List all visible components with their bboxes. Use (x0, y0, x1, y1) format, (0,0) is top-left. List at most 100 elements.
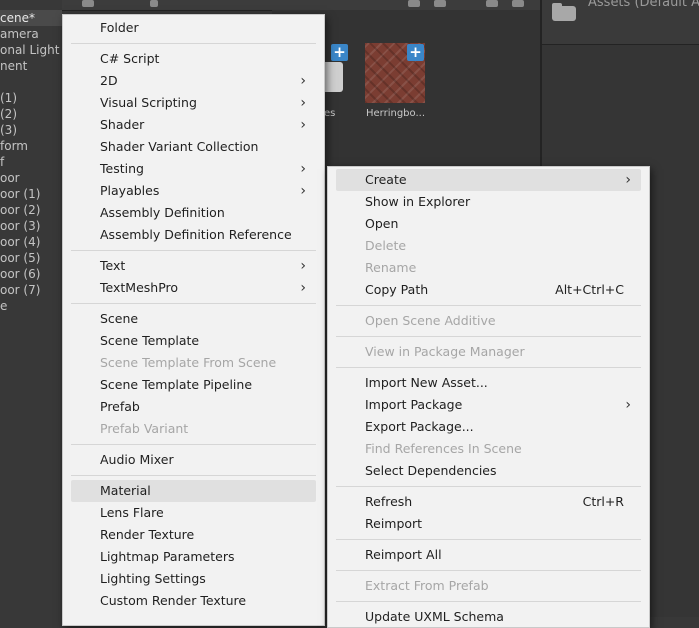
label-icon[interactable] (434, 0, 446, 7)
menu-item-audio-mixer[interactable]: Audio Mixer (71, 449, 316, 471)
chevron-right-icon: › (300, 95, 306, 111)
menu-separator (71, 475, 316, 476)
menu-item-2d[interactable]: 2D › (71, 70, 316, 92)
menu-item-label: Testing (100, 161, 144, 176)
hierarchy-item[interactable]: oor (6) (0, 266, 40, 282)
menu-item-label: Custom Render Texture (100, 593, 247, 608)
menu-item-label: Show in Explorer (365, 194, 471, 209)
menu-item-label: Open Scene Additive (365, 313, 496, 328)
menu-item-textmeshpro[interactable]: TextMeshPro › (71, 277, 316, 299)
menu-item-import-new-asset[interactable]: Import New Asset... (336, 372, 641, 394)
menu-separator (336, 539, 641, 540)
plus-icon[interactable]: + (331, 44, 348, 61)
menu-item-scene-template[interactable]: Scene Template (71, 330, 316, 352)
hierarchy-item[interactable]: oor (1) (0, 186, 40, 202)
menu-separator (71, 250, 316, 251)
chevron-right-icon: › (300, 258, 306, 274)
menu-item-assembly-definition-reference[interactable]: Assembly Definition Reference (71, 224, 316, 246)
menu-item-find-references-in-scene: Find References In Scene (336, 438, 641, 460)
menu-item-create[interactable]: Create › (336, 169, 641, 191)
chevron-right-icon: › (625, 397, 631, 413)
menu-item-import-package[interactable]: Import Package › (336, 394, 641, 416)
menu-item-label: Assembly Definition Reference (100, 227, 292, 242)
hierarchy-item[interactable]: oor (7) (0, 282, 40, 298)
menu-separator (336, 570, 641, 571)
hierarchy-item[interactable]: oor (2) (0, 202, 40, 218)
menu-item-testing[interactable]: Testing › (71, 158, 316, 180)
hierarchy-item[interactable]: form (0, 138, 28, 154)
hierarchy-item[interactable]: f (0, 154, 4, 170)
menu-item-shortcut: Alt+Ctrl+C (555, 282, 624, 297)
chevron-right-icon: › (300, 183, 306, 199)
hierarchy-item[interactable]: amera (0, 26, 39, 42)
menu-item-label: Material (100, 483, 151, 498)
menu-item-label: Folder (100, 20, 139, 35)
menu-separator (336, 486, 641, 487)
menu-item-reimport-all[interactable]: Reimport All (336, 544, 641, 566)
menu-item-folder[interactable]: Folder (71, 17, 316, 39)
project-context-menu: Create › Show in Explorer Open Delete Rename C… (327, 166, 650, 628)
menu-item-c-script[interactable]: C# Script (71, 48, 316, 70)
menu-item-show-in-explorer[interactable]: Show in Explorer (336, 191, 641, 213)
menu-item-lighting-settings[interactable]: Lighting Settings (71, 568, 316, 590)
menu-item-lightmap-parameters[interactable]: Lightmap Parameters (71, 546, 316, 568)
menu-item-label: Select Dependencies (365, 463, 497, 478)
menu-item-refresh[interactable]: Refresh Ctrl+R (336, 491, 641, 513)
menu-item-select-dependencies[interactable]: Select Dependencies (336, 460, 641, 482)
chevron-right-icon: › (300, 280, 306, 296)
menu-item-label: Import New Asset... (365, 375, 488, 390)
menu-separator (336, 367, 641, 368)
hierarchy-item[interactable]: oor (3) (0, 218, 40, 234)
menu-item-scene-template-pipeline[interactable]: Scene Template Pipeline (71, 374, 316, 396)
hierarchy-item[interactable]: nent (0, 58, 27, 74)
menu-item-label: Prefab Variant (100, 421, 189, 436)
menu-item-label: Scene (100, 311, 139, 326)
hierarchy-item[interactable]: cene* (0, 10, 62, 26)
assets-path-title: Assets (Default A (588, 0, 699, 10)
create-submenu: Folder C# Script 2D › Visual Scripting › Shade… (62, 14, 325, 626)
menu-item-lens-flare[interactable]: Lens Flare (71, 502, 316, 524)
menu-item-label: Shader (100, 117, 145, 132)
menu-item-label: Audio Mixer (100, 452, 174, 467)
search-icon[interactable] (150, 0, 158, 7)
menu-item-reimport[interactable]: Reimport (336, 513, 641, 535)
menu-item-label: 2D (100, 73, 118, 88)
menu-item-label: Find References In Scene (365, 441, 522, 456)
menu-separator (71, 444, 316, 445)
menu-item-label: C# Script (100, 51, 160, 66)
menu-item-material[interactable]: Material (71, 480, 316, 502)
menu-item-assembly-definition[interactable]: Assembly Definition (71, 202, 316, 224)
menu-item-prefab[interactable]: Prefab (71, 396, 316, 418)
menu-item-shader[interactable]: Shader › (71, 114, 316, 136)
menu-item-update-uxml-schema[interactable]: Update UXML Schema (336, 606, 641, 628)
menu-item-open[interactable]: Open (336, 213, 641, 235)
menu-item-export-package[interactable]: Export Package... (336, 416, 641, 438)
menu-item-label: Reimport (365, 516, 423, 531)
menu-item-render-texture[interactable]: Render Texture (71, 524, 316, 546)
menu-item-view-in-package-manager: View in Package Manager (336, 341, 641, 363)
layout-icon[interactable] (82, 0, 94, 7)
menu-item-copy-path[interactable]: Copy Path Alt+Ctrl+C (336, 279, 641, 301)
menu-separator (336, 305, 641, 306)
menu-item-text[interactable]: Text › (71, 255, 316, 277)
hierarchy-item[interactable]: oor (5) (0, 250, 40, 266)
menu-item-shader-variant-collection[interactable]: Shader Variant Collection (71, 136, 316, 158)
hierarchy-item[interactable]: (1) (0, 90, 17, 106)
hierarchy-item[interactable]: onal Light (0, 42, 59, 58)
folder-thumbnail[interactable] (323, 62, 343, 92)
hierarchy-item[interactable]: (3) (0, 122, 17, 138)
menu-item-playables[interactable]: Playables › (71, 180, 316, 202)
hierarchy-item[interactable]: oor (4) (0, 234, 40, 250)
menu-item-open-scene-additive: Open Scene Additive (336, 310, 641, 332)
star-icon[interactable] (486, 0, 498, 7)
menu-item-visual-scripting[interactable]: Visual Scripting › (71, 92, 316, 114)
hierarchy-item[interactable]: (2) (0, 106, 17, 122)
hierarchy-item[interactable]: e (0, 298, 7, 314)
plus-icon[interactable]: + (407, 44, 424, 61)
menu-item-scene[interactable]: Scene (71, 308, 316, 330)
menu-item-label: Update UXML Schema (365, 609, 504, 624)
eye-icon[interactable] (512, 0, 524, 7)
hierarchy-item[interactable]: oor (0, 170, 20, 186)
filter-icon[interactable] (408, 0, 420, 7)
menu-item-custom-render-texture[interactable]: Custom Render Texture (71, 590, 316, 612)
